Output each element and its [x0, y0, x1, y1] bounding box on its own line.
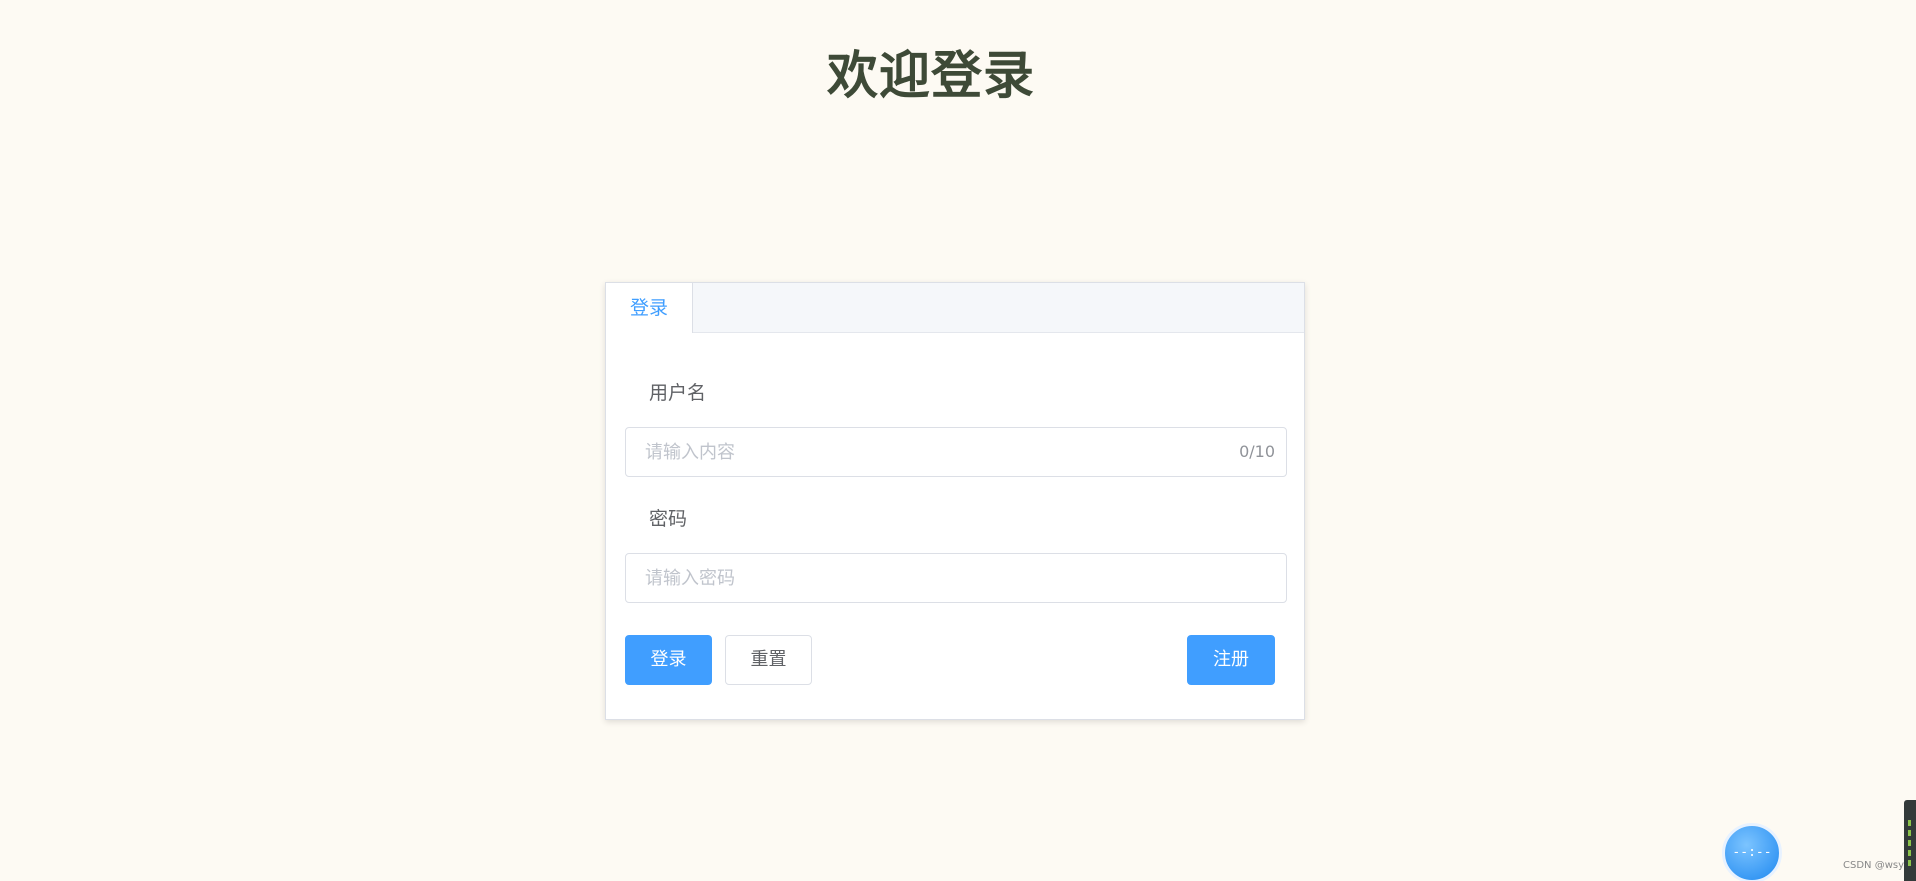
- login-button[interactable]: 登录: [625, 635, 712, 685]
- volume-meter-icon[interactable]: [1904, 800, 1916, 881]
- username-input[interactable]: [626, 428, 1205, 476]
- login-card: 登录 用户名 0/10 密码 登录 重置 注册: [605, 282, 1305, 720]
- page: 欢迎登录 登录 用户名 0/10 密码 登录 重置 注册 --:-- CSDN …: [0, 0, 1916, 881]
- username-char-counter: 0/10: [1239, 442, 1275, 461]
- password-label: 密码: [649, 508, 688, 530]
- reset-button[interactable]: 重置: [725, 635, 812, 685]
- username-input-wrapper: 0/10: [625, 427, 1287, 477]
- password-input[interactable]: [626, 554, 1205, 602]
- tab-bar: 登录: [606, 283, 1304, 333]
- register-button[interactable]: 注册: [1187, 635, 1275, 685]
- password-input-wrapper: [625, 553, 1287, 603]
- username-label: 用户名: [649, 382, 707, 404]
- timer-icon[interactable]: --:--: [1722, 823, 1782, 881]
- page-title: 欢迎登录: [826, 47, 1035, 106]
- watermark: CSDN @wsy: [1843, 860, 1904, 871]
- tab-login[interactable]: 登录: [606, 283, 693, 333]
